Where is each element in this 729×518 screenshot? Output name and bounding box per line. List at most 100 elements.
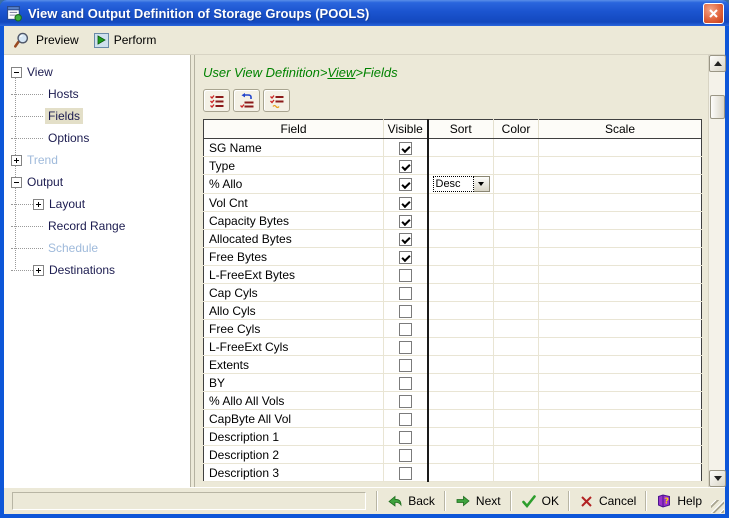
next-button[interactable]: Next xyxy=(448,491,508,511)
tree-expander-icon[interactable] xyxy=(11,67,22,78)
field-name-cell: Description 2 xyxy=(204,446,384,464)
visible-cell xyxy=(384,266,428,284)
color-cell xyxy=(494,392,539,410)
close-button[interactable] xyxy=(703,3,724,24)
visible-checkbox[interactable] xyxy=(399,287,412,300)
resize-grip[interactable] xyxy=(711,500,724,513)
cancel-label: Cancel xyxy=(599,494,636,508)
tree-item-options[interactable]: Options xyxy=(4,127,190,149)
visible-cell xyxy=(384,230,428,248)
scroll-down-button[interactable] xyxy=(709,470,726,487)
scale-cell xyxy=(539,320,702,338)
visible-checkbox[interactable] xyxy=(399,251,412,264)
color-cell xyxy=(494,320,539,338)
checklist-button[interactable] xyxy=(203,89,230,112)
footer-separator xyxy=(645,491,647,511)
tree-expander-icon[interactable] xyxy=(11,155,22,166)
visible-cell xyxy=(384,320,428,338)
sort-cell xyxy=(428,446,494,464)
sort-dropdown[interactable]: Desc xyxy=(433,176,490,192)
scale-cell xyxy=(539,338,702,356)
perform-label: Perform xyxy=(114,33,157,47)
undo-checklist-button[interactable] xyxy=(233,89,260,112)
perform-button[interactable]: Perform xyxy=(90,30,164,51)
breadcrumb-current: Fields xyxy=(363,65,398,80)
dropdown-button[interactable] xyxy=(474,176,490,192)
color-cell xyxy=(494,194,539,212)
sort-cell xyxy=(428,230,494,248)
tree-item-hosts[interactable]: Hosts xyxy=(4,83,190,105)
color-cell xyxy=(494,410,539,428)
sort-cell xyxy=(428,356,494,374)
field-name-cell: % Allo All Vols xyxy=(204,392,384,410)
visible-checkbox[interactable] xyxy=(399,341,412,354)
visible-checkbox[interactable] xyxy=(399,160,412,173)
help-button[interactable]: ? Help xyxy=(649,491,709,511)
main-toolbar: Preview Perform xyxy=(4,26,725,55)
tree-item-label: Options xyxy=(45,130,92,146)
preview-button[interactable]: Preview xyxy=(10,29,86,52)
dialog-window: View and Output Definition of Storage Gr… xyxy=(0,0,729,518)
back-button[interactable]: Back xyxy=(380,491,442,511)
tree-expander-icon[interactable] xyxy=(33,265,44,276)
tree-item-schedule[interactable]: Schedule xyxy=(4,237,190,259)
cancel-x-icon xyxy=(579,494,594,509)
visible-cell xyxy=(384,464,428,482)
visible-checkbox[interactable] xyxy=(399,178,412,191)
color-cell xyxy=(494,356,539,374)
visible-checkbox[interactable] xyxy=(399,269,412,282)
visible-checkbox[interactable] xyxy=(399,233,412,246)
tree-item-label: Hosts xyxy=(45,86,82,102)
tree-item-fields[interactable]: Fields xyxy=(4,105,190,127)
visible-checkbox[interactable] xyxy=(399,413,412,426)
visible-checkbox[interactable] xyxy=(399,323,412,336)
window-title: View and Output Definition of Storage Gr… xyxy=(28,6,703,21)
tree-expander-icon[interactable] xyxy=(11,177,22,188)
scale-cell xyxy=(539,392,702,410)
visible-checkbox[interactable] xyxy=(399,395,412,408)
scale-cell xyxy=(539,302,702,320)
tree-item-trend[interactable]: Trend xyxy=(4,149,190,171)
scale-cell xyxy=(539,139,702,157)
scrollbar-thumb[interactable] xyxy=(710,95,725,119)
table-row: % Allo All Vols xyxy=(204,392,702,410)
svg-text:?: ? xyxy=(665,497,670,506)
visible-checkbox[interactable] xyxy=(399,142,412,155)
visible-checkbox[interactable] xyxy=(399,377,412,390)
field-name-cell: BY xyxy=(204,374,384,392)
visible-checkbox[interactable] xyxy=(399,359,412,372)
tree-expander-icon[interactable] xyxy=(33,199,44,210)
tree-item-label: Fields xyxy=(45,108,83,124)
tree-item-output[interactable]: Output xyxy=(4,171,190,193)
visible-checkbox[interactable] xyxy=(399,305,412,318)
tree-item-label: Output xyxy=(24,174,66,190)
color-cell xyxy=(494,338,539,356)
arrow-up-icon xyxy=(714,61,722,66)
scale-cell xyxy=(539,266,702,284)
visible-checkbox[interactable] xyxy=(399,197,412,210)
visible-checkbox[interactable] xyxy=(399,431,412,444)
tree-item-record-range[interactable]: Record Range xyxy=(4,215,190,237)
field-name-cell: Capacity Bytes xyxy=(204,212,384,230)
tree-item-layout[interactable]: Layout xyxy=(4,193,190,215)
scale-cell xyxy=(539,374,702,392)
breadcrumb-view-link[interactable]: View xyxy=(327,65,355,80)
scale-cell xyxy=(539,284,702,302)
scroll-up-button[interactable] xyxy=(709,55,726,72)
breadcrumb-root: User View Definition xyxy=(203,65,320,80)
checklist-default-button[interactable] xyxy=(263,89,290,112)
tree-item-destinations[interactable]: Destinations xyxy=(4,259,190,281)
visible-checkbox[interactable] xyxy=(399,449,412,462)
next-arrow-icon xyxy=(455,493,471,509)
sort-cell xyxy=(428,248,494,266)
field-name-cell: % Allo xyxy=(204,175,384,194)
visible-cell xyxy=(384,446,428,464)
ok-button[interactable]: OK xyxy=(514,491,566,511)
visible-checkbox[interactable] xyxy=(399,467,412,480)
title-bar: View and Output Definition of Storage Gr… xyxy=(0,0,729,26)
tree-item-view[interactable]: View xyxy=(4,61,190,83)
scale-cell xyxy=(539,446,702,464)
visible-checkbox[interactable] xyxy=(399,215,412,228)
vertical-scrollbar[interactable] xyxy=(708,55,725,487)
cancel-button[interactable]: Cancel xyxy=(572,492,643,511)
